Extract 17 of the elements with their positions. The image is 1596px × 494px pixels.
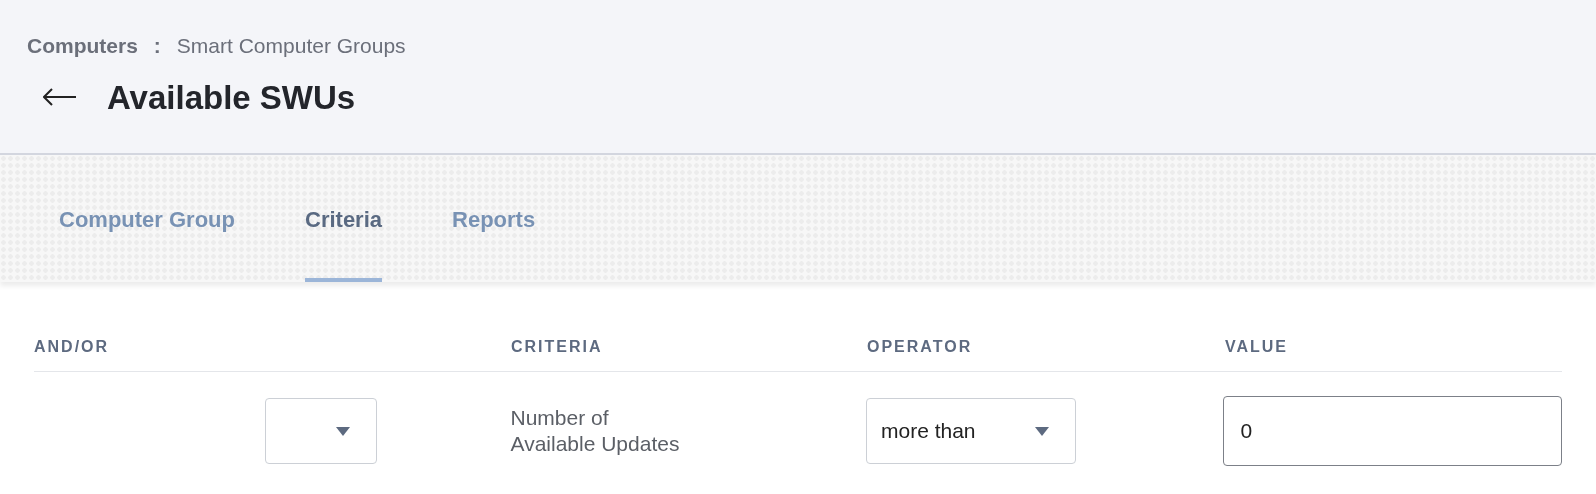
breadcrumb-separator: :	[153, 33, 161, 59]
criteria-name: Number of Available Updates	[510, 404, 681, 457]
breadcrumb-current: Smart Computer Groups	[176, 33, 406, 59]
column-header: AND/OR	[34, 338, 110, 355]
caret-icon	[1035, 426, 1049, 436]
column-header: OPERATOR	[867, 338, 973, 355]
operator-dropdown[interactable]: more than	[866, 398, 1076, 464]
tab[interactable]: Criteria	[305, 203, 383, 282]
tab[interactable]: Computer Group	[59, 203, 235, 282]
value-field[interactable]: 0	[1223, 396, 1562, 466]
page-title: Available SWUs	[107, 77, 356, 118]
caret-icon	[335, 426, 350, 436]
breadcrumb-link[interactable]: Computers	[27, 30, 138, 62]
tab[interactable]: Reports	[452, 203, 536, 282]
column-header: CRITERIA	[511, 338, 603, 355]
column-header: VALUE	[1225, 338, 1289, 355]
back-arrow-icon[interactable]	[43, 88, 77, 107]
